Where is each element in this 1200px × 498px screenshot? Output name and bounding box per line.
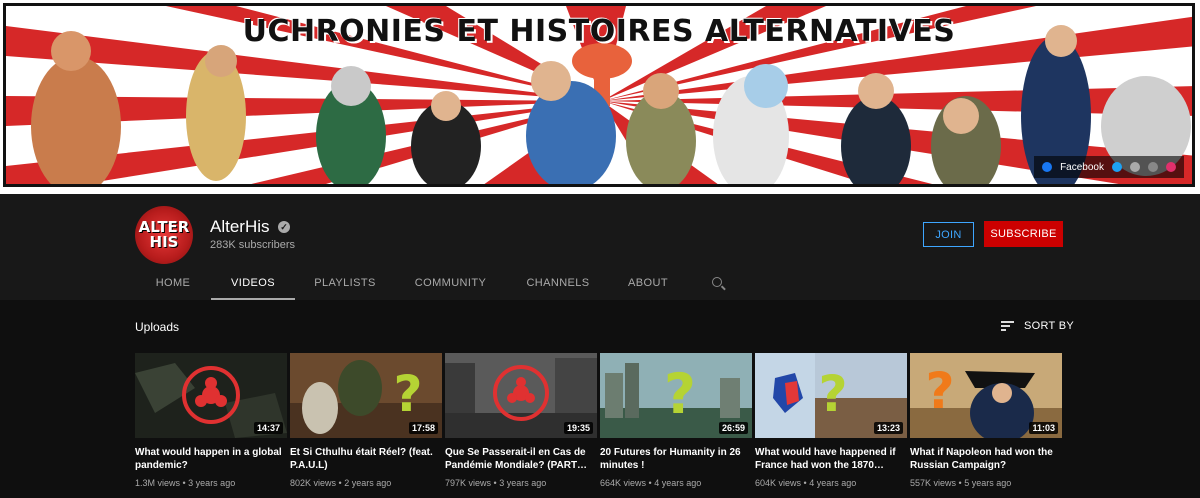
video-thumbnail[interactable]: 14:37 <box>135 353 287 438</box>
video-age: 3 years ago <box>188 478 236 488</box>
video-title[interactable]: What would have happened if France had w… <box>755 446 907 472</box>
channel-search-icon[interactable] <box>704 270 734 300</box>
sort-icon <box>1001 321 1014 331</box>
video-title[interactable]: 20 Futures for Humanity in 26 minutes ! <box>600 446 752 472</box>
video-age: 4 years ago <box>654 478 702 488</box>
video-title[interactable]: Que Se Passerait-il en Cas de Pandémie M… <box>445 446 597 472</box>
avatar-text-line2: HIS <box>149 233 179 251</box>
video-age: 2 years ago <box>344 478 392 488</box>
video-thumbnail[interactable]: ? 17:58 <box>290 353 442 438</box>
video-title[interactable]: What would happen in a global pandemic? <box>135 446 287 472</box>
video-title[interactable]: Et Si Cthulhu était Réel? (feat. P.A.U.L… <box>290 446 442 472</box>
channel-header: ALTER HIS AlterHis ✓ 283K subscribers JO… <box>0 194 1200 300</box>
tab-playlists[interactable]: PLAYLISTS <box>295 270 395 300</box>
question-mark-icon: ? <box>818 365 847 423</box>
video-grid: 14:37 What would happen in a global pand… <box>135 353 1062 488</box>
instagram-icon[interactable] <box>1166 162 1176 172</box>
subscribe-button[interactable]: SUBSCRIBE <box>984 221 1063 247</box>
video-age: 5 years ago <box>964 478 1012 488</box>
video-views: 802K views <box>290 478 337 488</box>
banner-title: UCHRONIES ET HISTOIRES ALTERNATIVES <box>242 14 956 49</box>
video-meta: 604K views • 4 years ago <box>755 478 857 488</box>
video-thumbnail[interactable]: ? 26:59 <box>600 353 752 438</box>
video-views: 604K views <box>755 478 802 488</box>
video-duration: 19:35 <box>563 422 593 434</box>
video-duration: 26:59 <box>718 422 748 434</box>
video-views: 557K views <box>910 478 957 488</box>
tab-channels[interactable]: CHANNELS <box>506 270 610 300</box>
sort-by-label: SORT BY <box>1024 320 1074 332</box>
video-duration: 17:58 <box>408 422 438 434</box>
video-duration: 11:03 <box>1029 422 1058 434</box>
video-views: 1.3M views <box>135 478 181 488</box>
tab-community[interactable]: COMMUNITY <box>395 270 506 300</box>
video-age: 3 years ago <box>499 478 547 488</box>
question-mark-icon: ? <box>664 362 696 426</box>
video-views: 664K views <box>600 478 647 488</box>
video-card[interactable]: ? 13:23 What would have happened if Fran… <box>755 353 907 488</box>
tab-videos[interactable]: VIDEOS <box>211 270 295 300</box>
video-thumbnail[interactable]: ? 11:03 <box>910 353 1062 438</box>
video-title[interactable]: What if Napoleon had won the Russian Cam… <box>910 446 1062 472</box>
video-thumbnail[interactable]: ? 13:23 <box>755 353 907 438</box>
sort-by-button[interactable]: SORT BY <box>1001 320 1074 332</box>
video-meta: 557K views • 5 years ago <box>910 478 1012 488</box>
channel-name: AlterHis <box>210 217 270 236</box>
banner-artwork: UCHRONIES ET HISTOIRES ALTERNATIVES Face… <box>3 3 1195 187</box>
video-card[interactable]: 19:35 Que Se Passerait-il en Cas de Pand… <box>445 353 597 488</box>
question-mark-icon: ? <box>925 362 954 420</box>
verified-check-icon: ✓ <box>278 221 290 233</box>
uploads-heading: Uploads <box>135 320 180 334</box>
join-button[interactable]: JOIN <box>923 222 974 247</box>
video-card[interactable]: ? 11:03 What if Napoleon had won the Rus… <box>910 353 1062 488</box>
video-meta: 664K views • 4 years ago <box>600 478 702 488</box>
website-icon[interactable] <box>1130 162 1140 172</box>
video-meta: 797K views • 3 years ago <box>445 478 547 488</box>
banner-social-links: Facebook <box>1034 156 1184 178</box>
subscriber-count: 283K subscribers <box>210 239 295 251</box>
question-mark-icon: ? <box>393 365 422 423</box>
tab-home[interactable]: HOME <box>135 270 211 300</box>
video-card[interactable]: ? 17:58 Et Si Cthulhu était Réel? (feat.… <box>290 353 442 488</box>
channel-avatar[interactable]: ALTER HIS <box>135 206 193 264</box>
twitter-icon[interactable] <box>1112 162 1122 172</box>
video-age: 4 years ago <box>809 478 857 488</box>
link-icon[interactable] <box>1148 162 1158 172</box>
facebook-link[interactable]: Facebook <box>1060 162 1104 173</box>
videos-section: Uploads SORT BY 14:37 What would happen … <box>0 300 1200 498</box>
tab-about[interactable]: ABOUT <box>610 270 686 300</box>
video-duration: 14:37 <box>253 422 283 434</box>
video-meta: 1.3M views • 3 years ago <box>135 478 236 488</box>
video-card[interactable]: 14:37 What would happen in a global pand… <box>135 353 287 488</box>
video-thumbnail[interactable]: 19:35 <box>445 353 597 438</box>
channel-banner: UCHRONIES ET HISTOIRES ALTERNATIVES Face… <box>0 0 1200 194</box>
channel-tabs: HOME VIDEOS PLAYLISTS COMMUNITY CHANNELS… <box>135 270 734 300</box>
video-views: 797K views <box>445 478 492 488</box>
facebook-icon[interactable] <box>1042 162 1053 172</box>
video-card[interactable]: ? 26:59 20 Futures for Humanity in 26 mi… <box>600 353 752 488</box>
video-meta: 802K views • 2 years ago <box>290 478 392 488</box>
video-duration: 13:23 <box>873 422 903 434</box>
